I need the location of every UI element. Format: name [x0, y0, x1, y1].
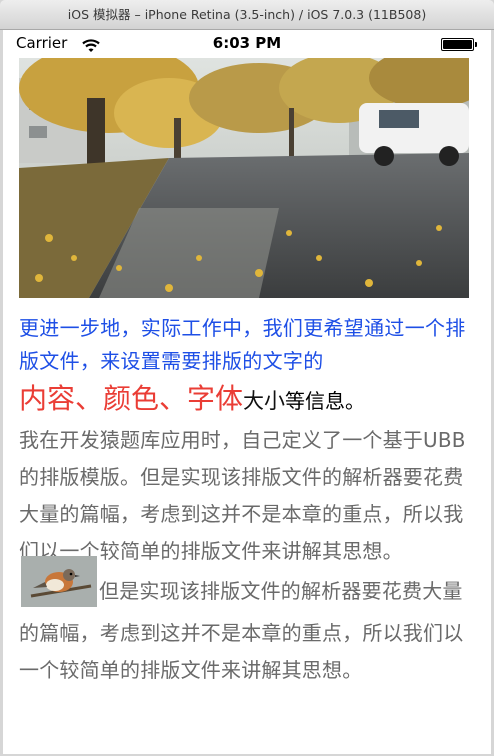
styled-black-text: 大小 [243, 389, 286, 413]
status-time: 6:03 PM [212, 34, 282, 52]
styled-line: 内容、颜色、字体大小等信息。 [19, 378, 477, 422]
styled-red-text: 内容、颜色、字体 [19, 382, 244, 415]
body-paragraph: 我在开发猿题库应用时，自己定义了一个基于UBB的排版模版。但是实现该排版文件的解… [19, 422, 477, 689]
bird-image [21, 556, 97, 607]
intro-text: 更进一步地，实际工作中，我们更希望通过一个排版文件，来设置需要排版的文字的 [19, 316, 466, 373]
paragraph-1: 我在开发猿题库应用时，自己定义了一个基于UBB的排版模版。但是实现该排版文件的解… [19, 428, 466, 563]
street-photo [19, 58, 469, 298]
window-title: iOS 模拟器 – iPhone Retina (3.5-inch) / iOS… [67, 7, 427, 22]
battery-icon [441, 38, 477, 51]
simulator-title-bar: iOS 模拟器 – iPhone Retina (3.5-inch) / iOS… [0, 0, 494, 30]
status-bar: Carrier 6:03 PM [3, 30, 491, 58]
styled-tail-text: 等信息。 [285, 389, 366, 413]
rich-text-view: 更进一步地，实际工作中，我们更希望通过一个排版文件，来设置需要排版的文字的 内容… [19, 312, 477, 689]
phone-screen: Carrier 6:03 PM 更进一步地，实际工作中，我们更希望通过一个排版文… [3, 30, 491, 754]
